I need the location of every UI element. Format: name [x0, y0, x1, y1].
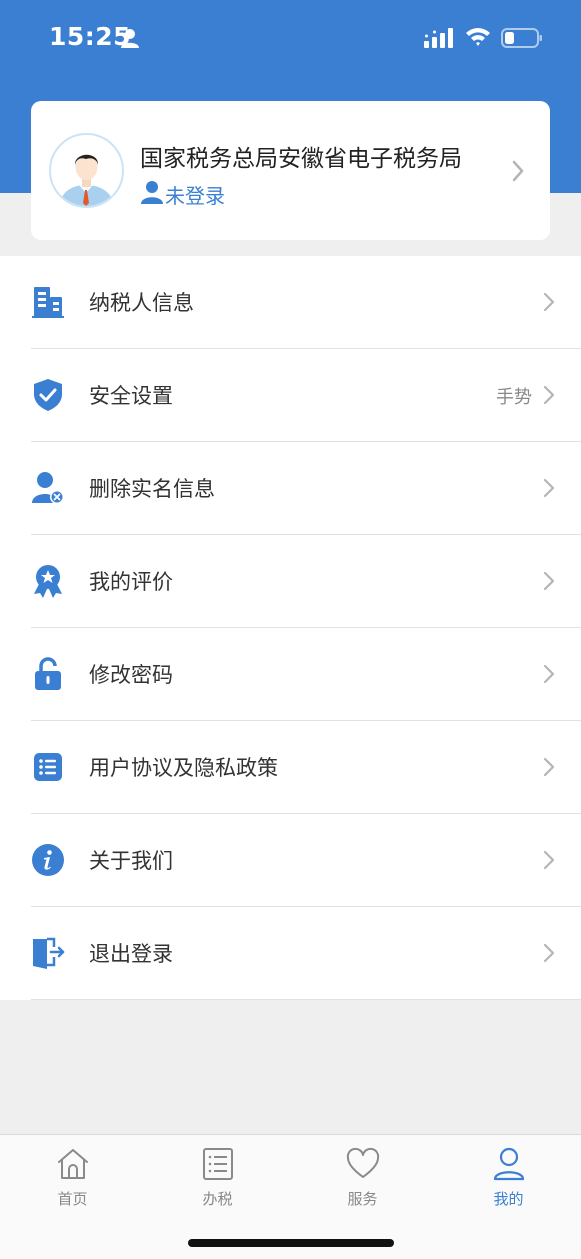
login-status-text: 未登录 [165, 183, 225, 208]
menu-item-security-settings[interactable]: 安全设置 手势 [0, 349, 581, 442]
chevron-right-icon [543, 664, 555, 688]
user-remove-icon [31, 471, 65, 505]
wifi-icon [465, 26, 491, 52]
login-status[interactable]: 未登录 [141, 180, 225, 208]
chevron-right-icon [543, 292, 555, 316]
avatar [49, 133, 124, 208]
tab-label: 服务 [347, 1190, 378, 1208]
menu-value: 手势 [496, 387, 532, 408]
cellular-signal-icon [424, 28, 454, 52]
chevron-right-icon [543, 757, 555, 781]
chevron-right-icon [543, 478, 555, 502]
tab-tax[interactable]: 办税 [145, 1135, 290, 1225]
profile-card[interactable]: 国家税务总局安徽省电子税务局 未登录 [31, 101, 550, 240]
tab-mine[interactable]: 我的 [436, 1135, 581, 1225]
chevron-right-icon [543, 850, 555, 874]
menu-label: 修改密码 [89, 663, 173, 687]
user-icon [141, 180, 163, 208]
chevron-right-icon [543, 943, 555, 967]
menu-item-my-reviews[interactable]: 我的评价 [0, 535, 581, 628]
menu-item-about-us[interactable]: 关于我们 [0, 814, 581, 907]
settings-menu: 纳税人信息 安全设置 手势 删除实名信息 我的评价 修改密码 用户协议及隐私政策… [0, 256, 581, 1000]
profile-title: 国家税务总局安徽省电子税务局 [140, 146, 462, 172]
logout-door-icon [31, 936, 65, 970]
menu-label: 用户协议及隐私政策 [89, 756, 278, 780]
menu-item-change-password[interactable]: 修改密码 [0, 628, 581, 721]
chevron-right-icon [543, 571, 555, 595]
menu-item-delete-realname[interactable]: 删除实名信息 [0, 442, 581, 535]
status-bar: 15:25 [0, 0, 581, 78]
document-list-icon [201, 1147, 235, 1181]
home-icon [56, 1147, 90, 1181]
menu-label: 我的评价 [89, 570, 173, 594]
person-icon [492, 1147, 526, 1181]
building-icon [31, 285, 65, 319]
award-star-icon [31, 564, 65, 598]
menu-label: 安全设置 [89, 384, 173, 408]
chevron-right-icon [543, 385, 555, 409]
tab-label: 首页 [57, 1190, 88, 1208]
status-time: 15:25 [49, 22, 132, 51]
home-indicator[interactable] [188, 1239, 394, 1247]
person-status-icon [121, 28, 139, 52]
shield-check-icon [31, 378, 65, 412]
menu-label: 关于我们 [89, 849, 173, 873]
list-document-icon [31, 750, 65, 784]
menu-item-logout[interactable]: 退出登录 [0, 907, 581, 1000]
unlock-icon [31, 657, 65, 691]
tab-label: 办税 [202, 1190, 233, 1208]
menu-item-user-agreement[interactable]: 用户协议及隐私政策 [0, 721, 581, 814]
menu-label: 删除实名信息 [89, 477, 215, 501]
menu-item-taxpayer-info[interactable]: 纳税人信息 [0, 256, 581, 349]
info-icon [31, 843, 65, 877]
tab-label: 我的 [493, 1190, 524, 1208]
divider [31, 999, 581, 1000]
battery-icon [501, 28, 543, 52]
menu-label: 纳税人信息 [89, 291, 194, 315]
tab-home[interactable]: 首页 [0, 1135, 145, 1225]
menu-label: 退出登录 [89, 942, 173, 966]
heart-icon [346, 1147, 380, 1181]
tab-services[interactable]: 服务 [290, 1135, 435, 1225]
chevron-right-icon [511, 160, 525, 186]
